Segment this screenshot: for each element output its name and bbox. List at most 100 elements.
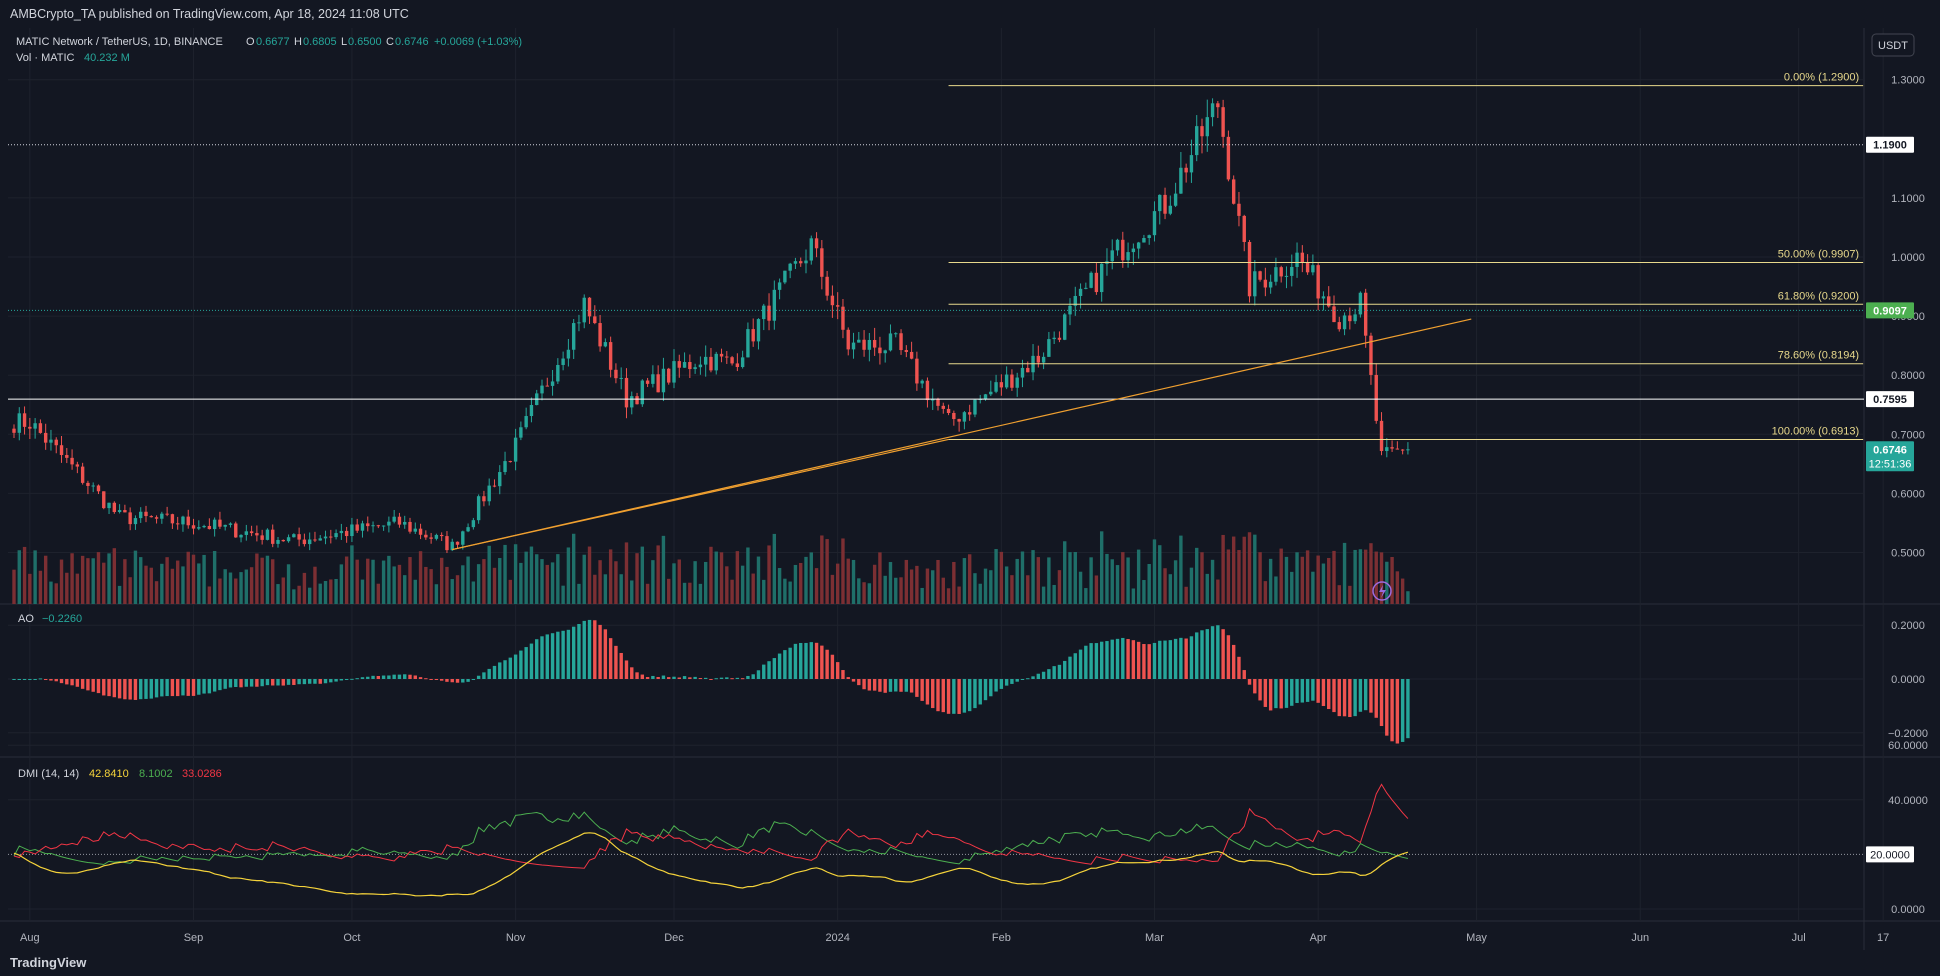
volume-bar — [1099, 531, 1104, 604]
volume-bar — [350, 545, 354, 604]
ao-bar — [909, 679, 914, 693]
price-badge-label: 1.1900 — [1873, 140, 1907, 152]
candle-body — [1200, 126, 1204, 137]
ao-bar — [857, 679, 861, 686]
volume-bar — [128, 577, 132, 604]
ao-bar — [582, 620, 586, 679]
ao-bar — [1152, 642, 1157, 679]
volume-bar — [1200, 552, 1204, 604]
volume-bar — [667, 578, 671, 604]
volume-bar — [1063, 541, 1067, 604]
ao-bar — [1136, 641, 1141, 679]
open-label: O — [246, 36, 255, 48]
candle-body — [128, 512, 132, 525]
volume-bar — [656, 545, 660, 604]
volume-bar — [133, 550, 138, 604]
axes: 1.30001.10001.00000.90000.80000.70000.60… — [20, 75, 1928, 944]
ao-histogram — [12, 619, 1410, 744]
candle-body — [1026, 367, 1030, 373]
candle-body — [777, 282, 782, 290]
volume-bar — [1026, 575, 1030, 604]
candle-body — [915, 358, 919, 384]
volume-bar — [65, 572, 69, 604]
candle-body — [1078, 288, 1083, 297]
candle-body — [751, 329, 755, 342]
candle-body — [519, 427, 523, 438]
ao-bar — [566, 629, 571, 679]
ao-bar — [640, 674, 645, 679]
ao-bar — [466, 679, 470, 682]
ao-bar — [931, 679, 935, 709]
candle-body — [107, 502, 111, 509]
ao-bar — [260, 679, 264, 687]
candle-body — [165, 513, 169, 515]
ao-bar — [1041, 671, 1046, 679]
candle-body — [80, 466, 85, 483]
volume-bar — [915, 565, 919, 604]
currency-button[interactable]: USDT — [1871, 33, 1915, 57]
candle-body — [503, 461, 507, 473]
candle-body — [904, 350, 909, 352]
open-value: 0.6677 — [256, 36, 290, 48]
time-tick-label: Jun — [1631, 932, 1649, 944]
volume-bar — [967, 554, 972, 604]
volume-bar — [466, 556, 470, 604]
candle-body — [355, 524, 359, 531]
top-bar: AMBCrypto_TA published on TradingView.co… — [0, 0, 1940, 28]
volume-bar — [392, 566, 396, 604]
footer: TradingView — [0, 950, 1940, 976]
ao-bar — [38, 678, 43, 680]
candle-body — [989, 391, 993, 395]
candle-body — [1015, 377, 1019, 388]
candle-body — [941, 405, 945, 409]
ao-bar — [228, 679, 233, 688]
volume-bar — [86, 558, 90, 604]
candle-body — [719, 353, 724, 357]
candle-body — [212, 519, 217, 530]
ao-bar — [170, 679, 175, 697]
volume-bar — [899, 577, 903, 604]
volume-bar — [1184, 586, 1188, 604]
volume-bar — [941, 577, 945, 604]
volume-bar — [413, 579, 417, 604]
volume-bar — [418, 551, 423, 604]
ao-legend: AO −0.2260 — [18, 613, 82, 625]
ao-bar — [281, 679, 285, 686]
volume-bar — [381, 560, 386, 604]
candle-body — [498, 472, 502, 487]
ao-bar — [1369, 679, 1373, 713]
ao-bar — [540, 636, 544, 679]
volume-bar — [297, 585, 301, 604]
ao-bar — [1036, 673, 1041, 679]
ao-bar — [983, 679, 988, 701]
ao-bar — [1004, 679, 1009, 686]
volume-bar — [587, 546, 592, 604]
ao-bar — [1268, 679, 1273, 711]
candle-body — [608, 342, 613, 370]
candle-body — [96, 485, 101, 492]
volume-bar — [1258, 552, 1262, 604]
candle-body — [735, 363, 740, 368]
volume-bar — [1242, 536, 1246, 604]
ao-bar — [1247, 679, 1252, 685]
candle-body — [799, 261, 803, 264]
ao-bar — [725, 677, 729, 679]
volume-bar — [1327, 557, 1331, 604]
volume-bar — [540, 559, 544, 604]
volume-bar — [825, 539, 829, 604]
candle-body — [281, 539, 285, 542]
ao-bar — [682, 676, 687, 679]
candle-body — [292, 534, 296, 538]
ao-bar — [946, 679, 951, 714]
volume-bar — [186, 551, 190, 604]
volume-bar — [688, 582, 692, 604]
volume-bar — [735, 551, 740, 604]
volume-bar — [772, 533, 777, 604]
ao-bar — [1020, 679, 1025, 680]
candle-body — [455, 541, 460, 545]
candle-body — [967, 412, 972, 415]
ao-bar — [202, 679, 206, 694]
chart-area[interactable]: 0.00% (1.2900) 50.00% (0.9907) 61.80% (0.9… — [0, 28, 1940, 976]
fib-level-label: 61.80% (0.9200) — [1778, 290, 1859, 302]
candle-body — [1311, 265, 1315, 273]
